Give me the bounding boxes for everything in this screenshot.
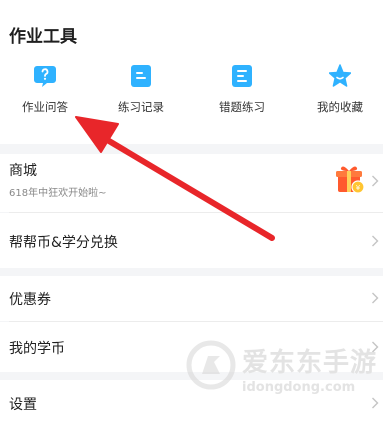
tool-wrong-question-practice[interactable]: 错题练习 xyxy=(197,64,287,115)
watermark-logo-icon xyxy=(186,340,236,390)
chevron-right-icon xyxy=(372,235,379,247)
practice-record-icon xyxy=(131,65,151,87)
chevron-right-icon xyxy=(372,292,379,304)
tool-my-favorites[interactable]: 我的收藏 xyxy=(295,64,383,115)
question-bubble-icon xyxy=(34,66,56,87)
wrong-question-icon xyxy=(232,65,252,87)
gift-box-icon: ¥ xyxy=(336,166,365,194)
tool-label: 我的收藏 xyxy=(317,100,363,114)
menu-item-label: 设置 xyxy=(9,397,37,413)
tool-label: 错题练习 xyxy=(219,100,265,114)
tool-practice-record[interactable]: 练习记录 xyxy=(96,64,186,115)
tool-homework-qa[interactable]: 作业问答 xyxy=(0,64,90,115)
watermark-name: 爱东东手游 xyxy=(242,348,378,378)
promo-subtitle: 618年中狂欢开始啦~ xyxy=(9,188,107,199)
menu-item-coupons[interactable]: 优惠券 xyxy=(0,276,383,321)
watermark-domain: idongdong.com xyxy=(242,380,356,395)
chevron-right-icon xyxy=(372,175,379,187)
menu-item-label: 商城 xyxy=(9,163,37,179)
tool-label: 练习记录 xyxy=(118,100,164,114)
menu-item-label: 优惠券 xyxy=(9,292,51,308)
svg-text:¥: ¥ xyxy=(356,184,361,192)
menu-item-coin-credit-exchange[interactable]: 帮帮币&学分兑换 xyxy=(0,213,383,268)
section-title: 作业工具 xyxy=(9,27,77,47)
homework-tools-card: 作业工具 作业问答 练习记录 错题练习 我的收藏 xyxy=(0,0,383,144)
menu-item-label: 我的学币 xyxy=(9,341,65,357)
tool-label: 作业问答 xyxy=(22,100,68,114)
menu-item-shop[interactable]: 商城 618年中狂欢开始啦~ ¥ xyxy=(0,154,383,212)
menu-item-label: 帮帮币&学分兑换 xyxy=(9,235,118,251)
watermark: 爱东东手游 idongdong.com xyxy=(186,336,383,416)
star-favorite-icon xyxy=(329,64,351,87)
